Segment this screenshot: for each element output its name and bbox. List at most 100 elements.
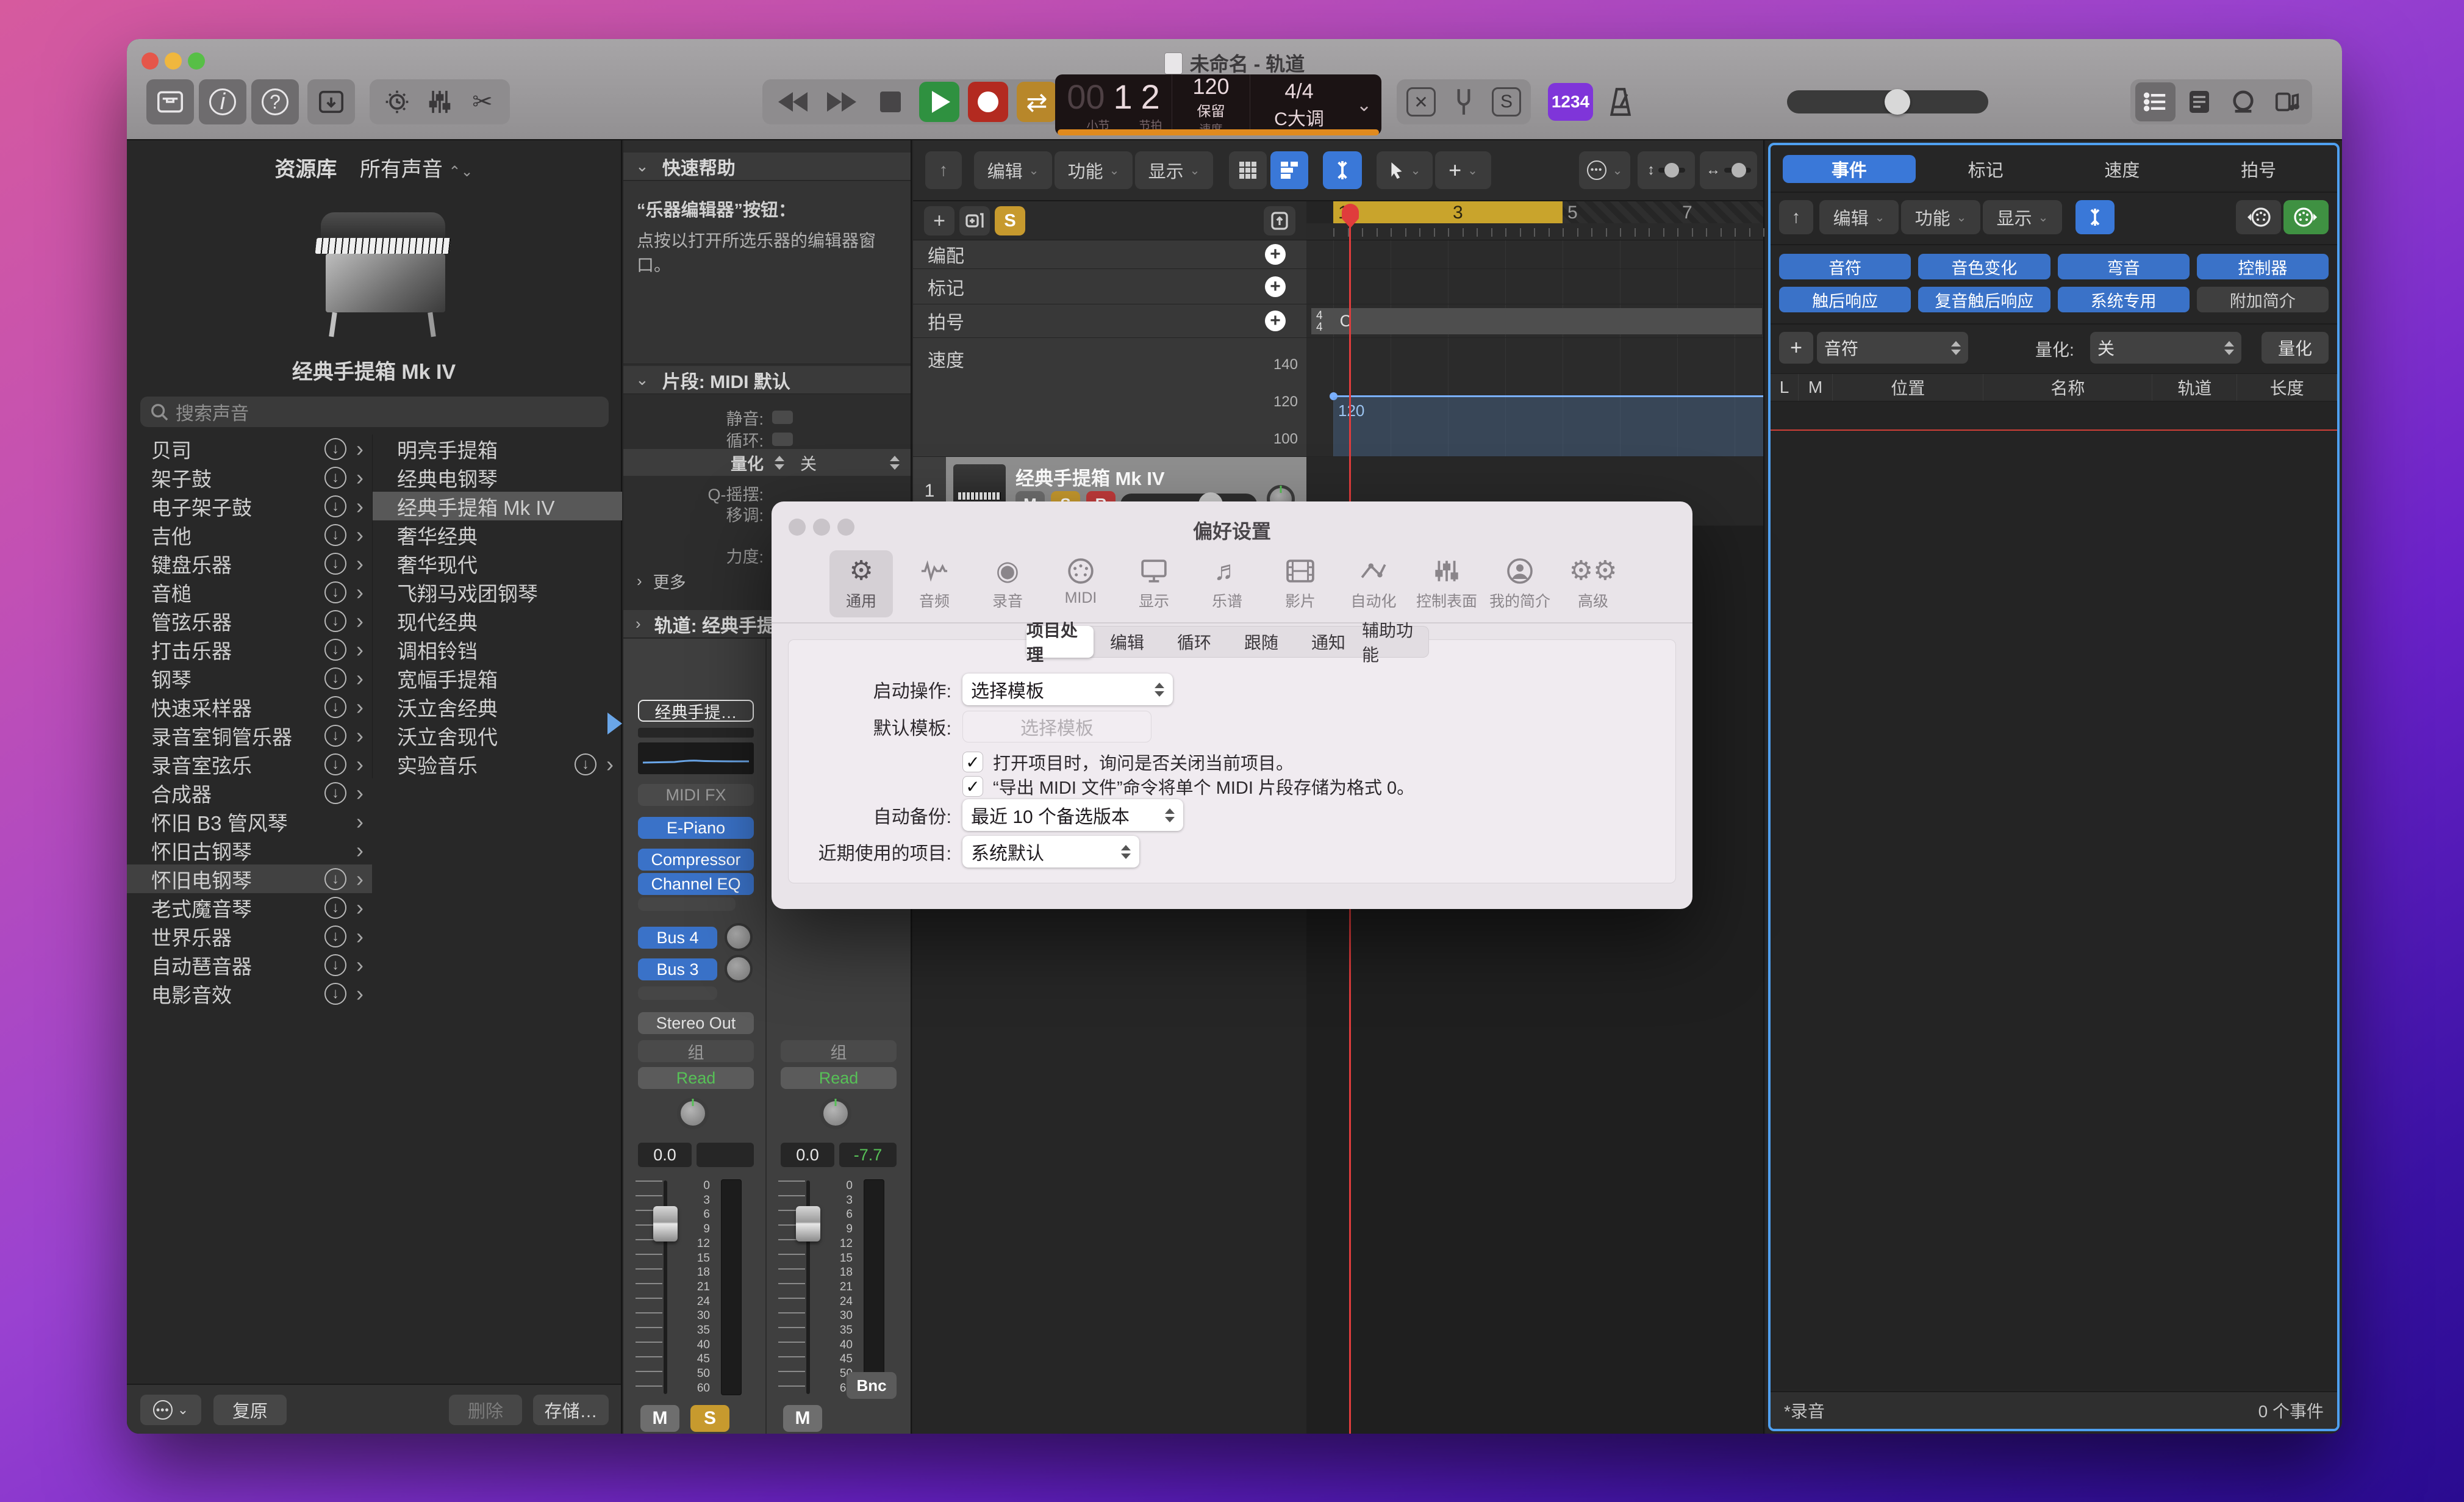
ask-close-checkbox[interactable]: ✓ bbox=[962, 752, 983, 772]
send-knob-1[interactable] bbox=[725, 923, 753, 951]
catch-mode-button[interactable] bbox=[1323, 151, 1362, 189]
save-button[interactable]: 存储… bbox=[533, 1395, 609, 1425]
tab-拍号[interactable]: 拍号 bbox=[2192, 155, 2325, 183]
download-icon[interactable]: ↓ bbox=[324, 896, 346, 919]
download-icon[interactable]: ↓ bbox=[324, 581, 346, 603]
library-action-menu-button[interactable]: ••• ⌄ bbox=[140, 1395, 201, 1425]
global-solo-button[interactable]: S bbox=[995, 206, 1025, 235]
bounce-button[interactable]: Bnc bbox=[847, 1372, 897, 1399]
chevron-right-icon[interactable]: › bbox=[356, 580, 364, 605]
list-item[interactable]: 怀旧古钢琴 › bbox=[127, 836, 372, 864]
solo-button[interactable]: S bbox=[690, 1405, 729, 1432]
dialog-tab-advanced[interactable]: ⚙⚙ 高级 bbox=[1561, 550, 1625, 617]
download-icon[interactable]: ↓ bbox=[324, 523, 346, 546]
grid-view-button[interactable] bbox=[1229, 151, 1267, 189]
dialog-tab-record[interactable]: ◉ 录音 bbox=[976, 550, 1039, 617]
pan-knob[interactable] bbox=[677, 1098, 709, 1129]
rewind-button[interactable] bbox=[773, 82, 813, 122]
dialog-tab-audio[interactable]: 音频 bbox=[903, 550, 966, 617]
view-menu[interactable]: 显示 ⌄ bbox=[1135, 151, 1213, 189]
download-icon[interactable]: ↓ bbox=[324, 954, 346, 976]
filter-button[interactable]: 弯音 bbox=[2057, 254, 2190, 279]
output-slot[interactable]: Stereo Out bbox=[638, 1012, 754, 1034]
download-icon[interactable]: ↓ bbox=[324, 982, 346, 1005]
eq-thumbnail[interactable] bbox=[638, 742, 754, 774]
chevron-right-icon[interactable]: › bbox=[356, 637, 364, 663]
inspector-toggle-button[interactable]: i bbox=[199, 79, 246, 124]
event-list-body[interactable] bbox=[1771, 401, 2337, 1390]
chevron-right-icon[interactable]: › bbox=[356, 608, 364, 634]
catch-playhead-button[interactable]: ↑ bbox=[925, 151, 962, 189]
download-icon[interactable]: ↓ bbox=[324, 753, 346, 775]
send-knob-2[interactable] bbox=[725, 955, 753, 983]
segment-项目处理[interactable]: 项目处理 bbox=[1026, 621, 1094, 664]
lcd-chevron-icon[interactable]: ⌄ bbox=[1348, 74, 1380, 135]
list-item[interactable]: 明亮手提箱 bbox=[373, 434, 622, 463]
list-item[interactable]: 经典电钢琴 bbox=[373, 463, 622, 492]
event-type-select[interactable]: 音符 bbox=[1817, 332, 1968, 364]
functions-menu[interactable]: 功能 ⌄ bbox=[1901, 200, 1980, 234]
group-slot[interactable]: 组 bbox=[638, 1040, 754, 1062]
pan-knob[interactable] bbox=[820, 1098, 851, 1129]
mute-button[interactable]: M bbox=[640, 1405, 679, 1432]
quantize-select[interactable]: 关 bbox=[2090, 332, 2241, 364]
download-icon[interactable]: ↓ bbox=[324, 552, 346, 575]
bar-ruler[interactable]: 1357 bbox=[1306, 201, 1763, 223]
list-item[interactable]: 架子鼓 ↓ › bbox=[127, 463, 372, 492]
chevron-right-icon[interactable]: › bbox=[356, 924, 364, 949]
empty-send-slot[interactable] bbox=[638, 986, 717, 1000]
volume-fader[interactable] bbox=[653, 1206, 678, 1241]
channel-setting-button[interactable]: 经典手提… bbox=[638, 700, 754, 722]
pan-value[interactable]: 0.0 bbox=[638, 1143, 692, 1167]
download-icon[interactable]: ↓ bbox=[324, 868, 346, 890]
chevron-right-icon[interactable]: › bbox=[356, 436, 364, 462]
instrument-slot[interactable]: E-Piano bbox=[638, 817, 754, 839]
volume-fader[interactable] bbox=[796, 1206, 820, 1241]
note-pads-button[interactable] bbox=[2179, 82, 2219, 121]
arrange-lane[interactable] bbox=[1306, 240, 1763, 269]
list-item[interactable]: 合成器 ↓ › bbox=[127, 778, 372, 807]
chevron-right-icon[interactable]: › bbox=[356, 752, 364, 777]
dialog-tab-profile[interactable]: 我的简介 bbox=[1488, 550, 1552, 617]
list-item[interactable]: 电影音效 ↓ › bbox=[127, 979, 372, 1008]
rows-view-button[interactable] bbox=[1270, 151, 1308, 189]
tab-事件[interactable]: 事件 bbox=[1783, 155, 1916, 183]
marker-lane-header[interactable]: 标记 + bbox=[913, 269, 1306, 304]
add-track-button[interactable]: + bbox=[924, 206, 954, 235]
filter-button[interactable]: 系统专用 bbox=[2057, 287, 2190, 312]
column-header[interactable]: 轨道 bbox=[2152, 374, 2238, 401]
list-item[interactable]: 世界乐器 ↓ › bbox=[127, 922, 372, 950]
tab-标记[interactable]: 标记 bbox=[1919, 155, 2052, 183]
region-inspector-header[interactable]: ⌄ 片段: MIDI 默认 bbox=[623, 366, 911, 394]
chevron-right-icon[interactable]: › bbox=[356, 952, 364, 978]
list-item[interactable]: 怀旧电钢琴 ↓ › bbox=[127, 864, 372, 893]
chevron-right-icon[interactable]: › bbox=[606, 752, 614, 777]
media-browser-button[interactable] bbox=[2267, 82, 2307, 121]
startup-action-select[interactable]: 选择模板 bbox=[962, 674, 1173, 705]
chevron-right-icon[interactable]: › bbox=[356, 551, 364, 577]
chevron-right-icon[interactable]: › bbox=[356, 694, 364, 720]
list-item[interactable]: 飞翔马戏团钢琴 bbox=[373, 578, 622, 606]
download-icon[interactable]: ↓ bbox=[324, 466, 346, 489]
forward-button[interactable] bbox=[822, 82, 862, 122]
list-item[interactable]: 奢华现代 bbox=[373, 549, 622, 578]
auto-backup-select[interactable]: 最近 10 个备选版本 bbox=[962, 799, 1183, 831]
list-item[interactable]: 经典手提箱 Mk IV bbox=[373, 492, 622, 520]
download-icon[interactable]: ↓ bbox=[324, 609, 346, 632]
dialog-tab-display[interactable]: 显示 bbox=[1122, 550, 1186, 617]
dialog-tab-automation[interactable]: 自动化 bbox=[1342, 550, 1405, 617]
mixer-button[interactable] bbox=[418, 82, 461, 121]
chevron-right-icon[interactable]: › bbox=[356, 981, 364, 1007]
filter-button[interactable]: 复音触后响应 bbox=[1918, 287, 2050, 312]
list-item[interactable]: 沃立舍经典 bbox=[373, 692, 622, 721]
dialog-tab-movie[interactable]: 影片 bbox=[1269, 550, 1332, 617]
chevron-right-icon[interactable]: › bbox=[356, 522, 364, 548]
group-slot[interactable]: 组 bbox=[781, 1040, 897, 1062]
track-name[interactable]: 经典手提箱 Mk IV bbox=[1015, 463, 1165, 490]
list-item[interactable]: 键盘乐器 ↓ › bbox=[127, 549, 372, 578]
segment-辅助功能[interactable]: 辅助功能 bbox=[1362, 621, 1429, 664]
chevron-right-icon[interactable]: › bbox=[356, 465, 364, 490]
list-item[interactable]: 录音室弦乐 ↓ › bbox=[127, 750, 372, 778]
download-icon[interactable]: ↓ bbox=[324, 925, 346, 947]
list-item[interactable]: 自动琶音器 ↓ › bbox=[127, 950, 372, 979]
